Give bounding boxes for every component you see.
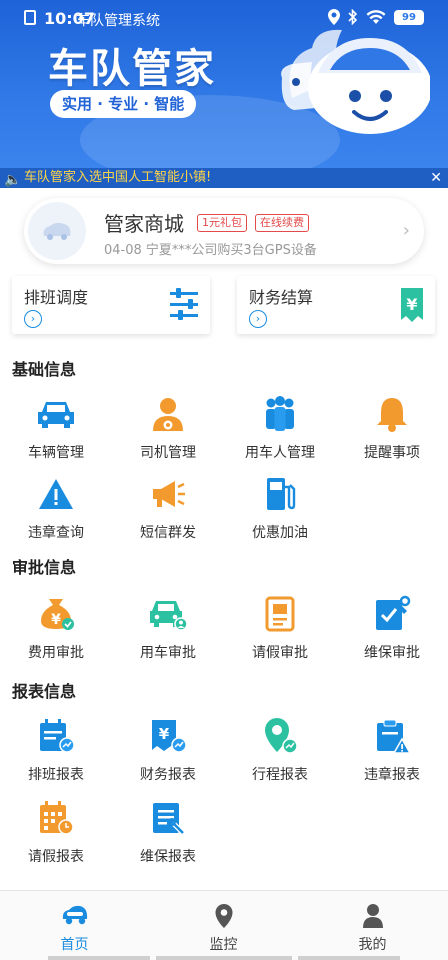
document-icon: [260, 594, 300, 634]
money-bag-icon: ¥: [36, 594, 76, 634]
warning-icon: [36, 474, 76, 514]
users-icon: [260, 394, 300, 434]
schedule-label: 排班调度: [24, 288, 89, 307]
grid-finance-report[interactable]: ¥ 财务报表: [112, 716, 224, 784]
svg-text:¥: ¥: [406, 295, 417, 314]
mall-tag-gift: 1元礼包: [197, 214, 247, 232]
calendar-chart-icon: [36, 716, 76, 756]
grid-reminders[interactable]: 提醒事项: [336, 394, 448, 462]
section-title-approval: 审批信息: [12, 558, 77, 577]
grid-expense-approval[interactable]: ¥ 费用审批: [0, 594, 112, 662]
svg-text:¥: ¥: [159, 725, 170, 743]
grid-maintenance-approval[interactable]: 维保审批: [336, 594, 448, 662]
grid-label: 优惠加油: [252, 525, 308, 541]
calendar-clock-icon: [36, 798, 76, 838]
grid-leave-report[interactable]: 请假报表: [0, 798, 112, 866]
car-icon: [36, 394, 76, 434]
bottom-nav: 首页 监控 我的: [0, 890, 448, 960]
tab-monitor-label: 监控: [209, 937, 238, 953]
mall-card[interactable]: 管家商城 1元礼包 在线续费 04-08 宁夏***公司购买3台GPS设备 ›: [24, 198, 424, 264]
close-icon[interactable]: ✕: [430, 168, 442, 188]
brand-tagline: 实用 · 专业 · 智能: [50, 90, 197, 118]
megaphone-icon: [148, 474, 188, 514]
mall-title: 管家商城: [104, 212, 184, 236]
sliders-icon: [170, 288, 198, 320]
map-pin-chart-icon: [260, 716, 300, 756]
mall-tag-renew: 在线续费: [255, 214, 309, 232]
person-icon: [298, 903, 447, 929]
car-home-icon: [0, 903, 149, 929]
grid-label: 请假审批: [252, 645, 308, 661]
section-title-basic: 基础信息: [12, 360, 77, 379]
wrench-check-icon: [372, 594, 412, 634]
grid-label: 用车人管理: [245, 445, 315, 461]
car-approval-icon: [148, 594, 188, 634]
grid-driver-management[interactable]: 司机管理: [112, 394, 224, 462]
tab-monitor[interactable]: 监控: [149, 891, 298, 960]
grid-fuel-discount[interactable]: 优惠加油: [224, 474, 336, 542]
finance-card[interactable]: 财务结算 › ¥: [237, 276, 435, 334]
grid-label: 费用审批: [28, 645, 84, 661]
grid-label: 车辆管理: [28, 445, 84, 461]
map-pin-icon: [149, 903, 298, 929]
grid-sms-broadcast[interactable]: 短信群发: [112, 474, 224, 542]
fuel-pump-icon: [260, 474, 300, 514]
tab-mine[interactable]: 我的: [298, 891, 447, 960]
grid-violation-query[interactable]: 违章查询: [0, 474, 112, 542]
mall-car-icon: [28, 202, 86, 260]
grid-leave-approval[interactable]: 请假审批: [224, 594, 336, 662]
grid-label: 行程报表: [252, 767, 308, 783]
grid-maintenance-report[interactable]: 维保报表: [112, 798, 224, 866]
sim-icon: [24, 10, 36, 25]
chevron-circle-icon: ›: [24, 310, 42, 328]
clipboard-wrench-icon: [148, 798, 188, 838]
grid-label: 财务报表: [140, 767, 196, 783]
tab-home-label: 首页: [60, 937, 89, 953]
clipboard-warning-icon: [372, 716, 412, 756]
bell-icon: [372, 394, 412, 434]
system-nav-indicator: [48, 956, 150, 960]
header-banner: 10:07 车队管理系统 99 车队管家 实用 · 专业 · 智能: [0, 0, 448, 168]
grid-label: 请假报表: [28, 849, 84, 865]
grid-label: 提醒事项: [364, 445, 420, 461]
grid-vehicle-use-approval[interactable]: 用车审批: [112, 594, 224, 662]
schedule-card[interactable]: 排班调度 ›: [12, 276, 210, 334]
grid-label: 排班报表: [28, 767, 84, 783]
mall-subtitle: 04-08 宁夏***公司购买3台GPS设备: [104, 243, 317, 258]
grid-trip-report[interactable]: 行程报表: [224, 716, 336, 784]
finance-label: 财务结算: [249, 288, 314, 307]
status-app-title: 车队管理系统: [76, 13, 160, 29]
grid-schedule-report[interactable]: 排班报表: [0, 716, 112, 784]
grid-label: 用车审批: [140, 645, 196, 661]
section-title-report: 报表信息: [12, 682, 77, 701]
notice-text: 车队管家入选中国人工智能小镇!: [24, 170, 212, 185]
system-nav-indicator: [156, 956, 292, 960]
speaker-icon: 🔈: [4, 172, 22, 188]
svg-text:¥: ¥: [51, 612, 61, 628]
chevron-right-icon: ›: [402, 220, 410, 241]
chevron-circle-icon: ›: [249, 310, 267, 328]
driver-icon: [148, 394, 188, 434]
grid-user-management[interactable]: 用车人管理: [224, 394, 336, 462]
grid-vehicle-management[interactable]: 车辆管理: [0, 394, 112, 462]
grid-label: 司机管理: [140, 445, 196, 461]
grid-label: 违章查询: [28, 525, 84, 541]
notice-bar[interactable]: 🔈 车队管家入选中国人工智能小镇! ✕: [0, 168, 448, 188]
grid-label: 维保审批: [364, 645, 420, 661]
grid-label: 短信群发: [140, 525, 196, 541]
car-mascot-icon: [281, 29, 430, 134]
tab-mine-label: 我的: [358, 937, 387, 953]
grid-violation-report[interactable]: 违章报表: [336, 716, 448, 784]
grid-label: 维保报表: [140, 849, 196, 865]
yuan-report-icon: ¥: [148, 716, 188, 756]
system-nav-indicator: [298, 956, 400, 960]
grid-label: 违章报表: [364, 767, 420, 783]
brand-title: 车队管家: [48, 46, 216, 92]
tab-home[interactable]: 首页: [0, 891, 149, 960]
yuan-ticket-icon: ¥: [401, 288, 423, 322]
